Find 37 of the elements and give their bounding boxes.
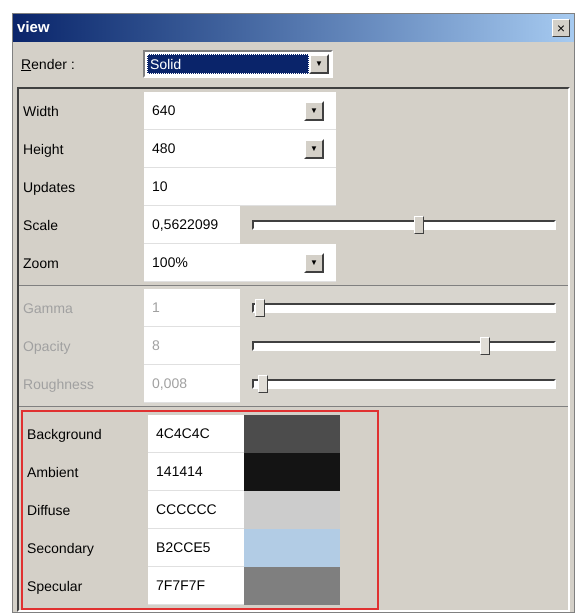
input-field[interactable]: B2CCE5 <box>148 529 244 567</box>
dropdown-field[interactable]: 100% ▼ <box>144 244 336 282</box>
render-dropdown[interactable]: Solid ▼ <box>143 50 333 78</box>
color-swatch[interactable] <box>244 529 340 567</box>
field-label: Height <box>23 140 64 159</box>
field-label: Background <box>27 424 102 444</box>
field-label: Ambient <box>27 462 78 482</box>
field-label: Updates <box>23 178 76 197</box>
color-swatch[interactable] <box>244 453 340 491</box>
field-label: Diffuse <box>27 500 70 520</box>
dropdown-arrow-button[interactable]: ▼ <box>304 252 324 272</box>
dropdown-arrow-button[interactable]: ▼ <box>304 138 324 158</box>
field-label: Roughness <box>23 374 94 394</box>
slider-thumb[interactable] <box>414 216 424 234</box>
input-field[interactable]: 7F7F7F <box>148 567 244 605</box>
close-button[interactable]: × <box>552 18 570 37</box>
field-label: Scale <box>23 216 58 234</box>
dropdown-arrow-button[interactable]: ▼ <box>304 100 324 120</box>
field-label: Secondary <box>27 538 94 558</box>
dropdown-field[interactable]: 480 ▼ <box>144 130 336 168</box>
field-label: Specular <box>27 576 82 596</box>
input-field[interactable]: 4C4C4C <box>148 415 244 453</box>
field-label: Zoom <box>23 254 59 272</box>
color-swatch[interactable] <box>244 491 340 529</box>
input-field[interactable]: CCCCCC <box>148 491 244 529</box>
field-label: Opacity <box>23 336 70 356</box>
input-field[interactable]: 141414 <box>148 453 244 491</box>
color-swatch[interactable] <box>244 415 340 453</box>
dropdown-field[interactable]: 640 ▼ <box>144 92 336 130</box>
window-title: view <box>17 18 50 38</box>
dropdown-arrow-button[interactable]: ▼ <box>309 54 329 74</box>
color-swatch[interactable] <box>244 567 340 605</box>
field-label: Gamma <box>23 298 73 318</box>
field-label: Width <box>23 102 59 120</box>
input-field[interactable]: 0,5622099 <box>144 206 240 244</box>
render-label: Render : <box>21 54 76 74</box>
input-field[interactable]: 10 <box>144 168 336 206</box>
